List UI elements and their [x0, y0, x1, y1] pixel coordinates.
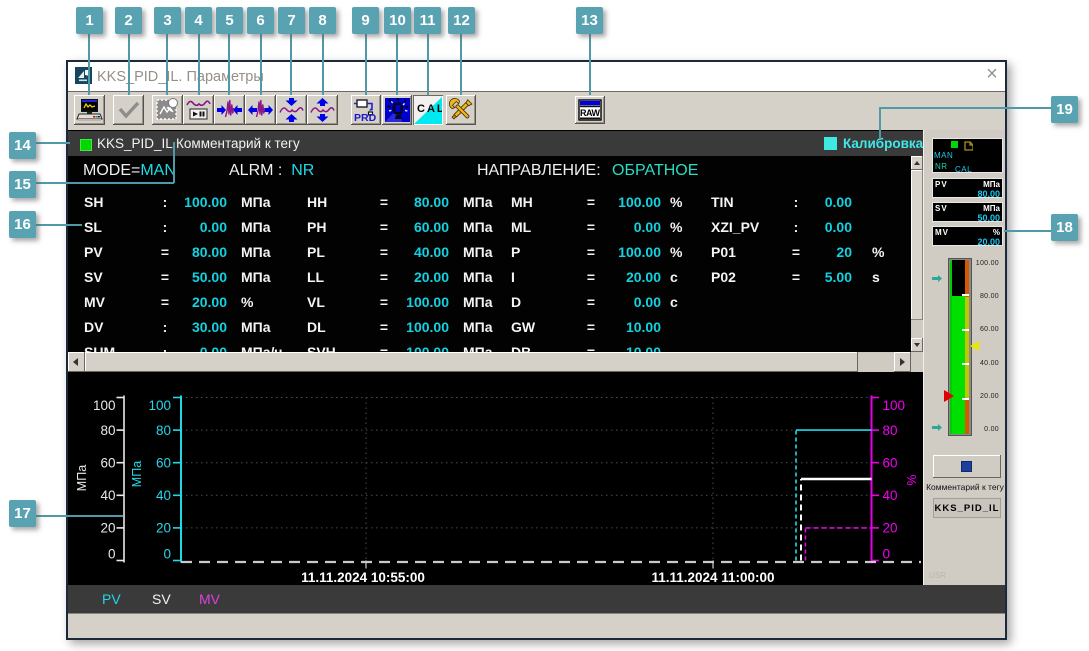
- svg-text:PRD: PRD: [354, 112, 377, 123]
- svg-text:40: 40: [100, 488, 115, 503]
- svg-text:60: 60: [100, 456, 115, 471]
- svg-text:0: 0: [108, 546, 116, 561]
- svg-text:100: 100: [148, 398, 171, 413]
- svg-text:11.11.2024 10:55:00: 11.11.2024 10:55:00: [301, 570, 425, 585]
- svg-text:40: 40: [156, 488, 171, 503]
- svg-text:60: 60: [883, 456, 898, 471]
- svg-text:МПа: МПа: [130, 461, 144, 487]
- svg-text:RAW: RAW: [580, 108, 601, 118]
- svg-text:0: 0: [163, 546, 171, 561]
- svg-text:20: 20: [100, 521, 115, 536]
- svg-text:%: %: [905, 474, 919, 485]
- svg-text:МПа: МПа: [75, 465, 89, 491]
- svg-text:0: 0: [883, 546, 891, 561]
- svg-text:11.11.2024 11:00:00: 11.11.2024 11:00:00: [651, 570, 774, 585]
- svg-text:80: 80: [100, 423, 115, 438]
- svg-text:80: 80: [883, 423, 898, 438]
- svg-text:20: 20: [156, 521, 171, 536]
- svg-text:100: 100: [93, 398, 116, 413]
- svg-text:40: 40: [883, 488, 898, 503]
- svg-text:20: 20: [883, 521, 898, 536]
- svg-text:80: 80: [156, 423, 171, 438]
- svg-text:60: 60: [156, 456, 171, 471]
- svg-text:100: 100: [883, 398, 906, 413]
